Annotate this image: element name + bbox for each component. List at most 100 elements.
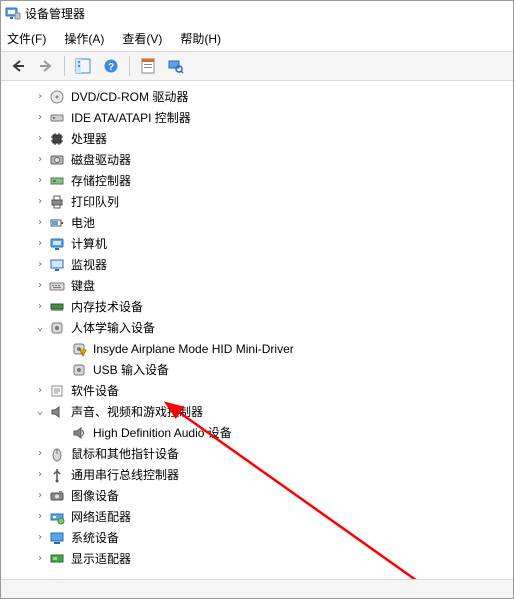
- tree-category[interactable]: ⌄人体学输入设备: [3, 317, 513, 338]
- statusbar: [1, 579, 513, 598]
- tree-leaf[interactable]: USB 输入设备: [3, 359, 513, 380]
- disc-icon: [49, 89, 65, 105]
- expand-icon[interactable]: ›: [33, 384, 47, 398]
- tree-category[interactable]: › 鼠标和其他指针设备: [3, 443, 513, 464]
- tree-category[interactable]: ›IDE ATA/ATAPI 控制器: [3, 107, 513, 128]
- tree-item-label: 鼠标和其他指针设备: [69, 444, 181, 463]
- tree-item-label: High Definition Audio 设备: [91, 423, 234, 442]
- device-manager-window: 设备管理器 文件(F) 操作(A) 查看(V) 帮助(H) ? › DVD/CD-…: [0, 0, 514, 599]
- svg-text:!: !: [82, 351, 83, 357]
- tree-category[interactable]: › 图像设备: [3, 485, 513, 506]
- toolbar-help[interactable]: ?: [98, 53, 124, 79]
- tree-category[interactable]: ›网络适配器: [3, 506, 513, 527]
- toolbar: ?: [1, 52, 513, 81]
- memory-icon: [49, 299, 65, 315]
- tree-item-label: 通用串行总线控制器: [69, 465, 181, 484]
- help-icon: ?: [103, 58, 119, 74]
- collapse-icon[interactable]: ⌄: [33, 405, 47, 419]
- tree-leaf[interactable]: High Definition Audio 设备: [3, 422, 513, 443]
- svg-text:?: ?: [108, 62, 114, 73]
- tree-item-label: 处理器: [69, 129, 109, 148]
- system-icon: [49, 530, 65, 546]
- software-icon: [49, 383, 65, 399]
- separator: [129, 56, 130, 76]
- cpu-icon: [49, 131, 65, 147]
- mouse-icon: [49, 446, 65, 462]
- expand-icon[interactable]: ›: [33, 90, 47, 104]
- tree-category[interactable]: ⌄ 声音、视频和游戏控制器: [3, 401, 513, 422]
- scan-icon: [168, 58, 184, 74]
- tree-item-label: DVD/CD-ROM 驱动器: [69, 87, 190, 106]
- tree-item-label: 系统设备: [69, 528, 121, 547]
- tree-category[interactable]: › DVD/CD-ROM 驱动器: [3, 86, 513, 107]
- tree-item-label: 打印队列: [69, 192, 121, 211]
- properties-icon: [140, 58, 156, 74]
- expand-icon[interactable]: ›: [33, 153, 47, 167]
- expand-icon[interactable]: ›: [33, 300, 47, 314]
- network-icon: [49, 509, 65, 525]
- menu-file[interactable]: 文件(F): [5, 30, 48, 47]
- tree-category[interactable]: ›软件设备: [3, 380, 513, 401]
- tree-category[interactable]: › 键盘: [3, 275, 513, 296]
- hid-child-icon: [71, 362, 87, 378]
- toolbar-forward[interactable]: [33, 53, 59, 79]
- printer-icon: [49, 194, 65, 210]
- tree-item-label: USB 输入设备: [91, 360, 171, 379]
- tree-item-label: Insyde Airplane Mode HID Mini-Driver: [91, 341, 296, 357]
- expand-icon[interactable]: ›: [33, 258, 47, 272]
- tree-view[interactable]: ›DVD/CD-ROM 驱动器›IDE ATA/ATAPI 控制器›处理器›磁盘…: [1, 81, 513, 579]
- menubar: 文件(F) 操作(A) 查看(V) 帮助(H): [1, 25, 513, 52]
- tree-category[interactable]: › 存储控制器: [3, 170, 513, 191]
- tree-category[interactable]: › 处理器: [3, 128, 513, 149]
- tree-category[interactable]: › 打印队列: [3, 191, 513, 212]
- expand-icon[interactable]: ›: [33, 489, 47, 503]
- menu-view[interactable]: 查看(V): [120, 30, 164, 47]
- tree-category[interactable]: › 显示适配器: [3, 548, 513, 569]
- computer-icon: [49, 236, 65, 252]
- menu-help[interactable]: 帮助(H): [178, 30, 223, 47]
- tree-category[interactable]: › 内存技术设备: [3, 296, 513, 317]
- tree-category[interactable]: ›计算机: [3, 233, 513, 254]
- tree-item-label: 内存技术设备: [69, 297, 145, 316]
- arrow-right-icon: [38, 58, 54, 74]
- expand-icon[interactable]: ›: [33, 531, 47, 545]
- storage-icon: [49, 173, 65, 189]
- tree-category[interactable]: › 磁盘驱动器: [3, 149, 513, 170]
- toolbar-back[interactable]: [5, 53, 31, 79]
- toolbar-properties[interactable]: [135, 53, 161, 79]
- tree-category[interactable]: ›电池: [3, 212, 513, 233]
- arrow-left-icon: [10, 58, 26, 74]
- expand-icon[interactable]: ›: [33, 195, 47, 209]
- hdd-icon: [49, 152, 65, 168]
- tree-item-label: 监视器: [69, 255, 109, 274]
- tree-item-label: 声音、视频和游戏控制器: [69, 402, 205, 421]
- expand-icon[interactable]: ›: [33, 279, 47, 293]
- window-title: 设备管理器: [25, 5, 85, 22]
- expand-icon[interactable]: ›: [33, 132, 47, 146]
- monitor-icon: [49, 257, 65, 273]
- tree-category[interactable]: › 系统设备: [3, 527, 513, 548]
- tree-item-label: 磁盘驱动器: [69, 150, 133, 169]
- expand-icon[interactable]: ›: [33, 552, 47, 566]
- expand-icon[interactable]: ›: [33, 111, 47, 125]
- toolbar-console-tree[interactable]: [70, 53, 96, 79]
- tree-item-label: 存储控制器: [69, 171, 133, 190]
- sound-icon: [49, 404, 65, 420]
- expand-icon[interactable]: ›: [33, 468, 47, 482]
- tree-category[interactable]: › 通用串行总线控制器: [3, 464, 513, 485]
- expand-icon[interactable]: ›: [33, 447, 47, 461]
- tree-item-label: 键盘: [69, 276, 97, 295]
- menu-action[interactable]: 操作(A): [62, 30, 106, 47]
- hid-child-warn-icon: !: [71, 341, 87, 357]
- hid-icon: [49, 320, 65, 336]
- expand-icon[interactable]: ›: [33, 174, 47, 188]
- toolbar-scan[interactable]: [163, 53, 189, 79]
- expand-icon[interactable]: ›: [33, 237, 47, 251]
- tree-leaf[interactable]: ! Insyde Airplane Mode HID Mini-Driver: [3, 338, 513, 359]
- expand-icon[interactable]: ›: [33, 216, 47, 230]
- tree-category[interactable]: › 监视器: [3, 254, 513, 275]
- collapse-icon[interactable]: ⌄: [33, 321, 47, 335]
- tree-item-label: 显示适配器: [69, 549, 133, 568]
- tree-item-label: 图像设备: [69, 486, 121, 505]
- expand-icon[interactable]: ›: [33, 510, 47, 524]
